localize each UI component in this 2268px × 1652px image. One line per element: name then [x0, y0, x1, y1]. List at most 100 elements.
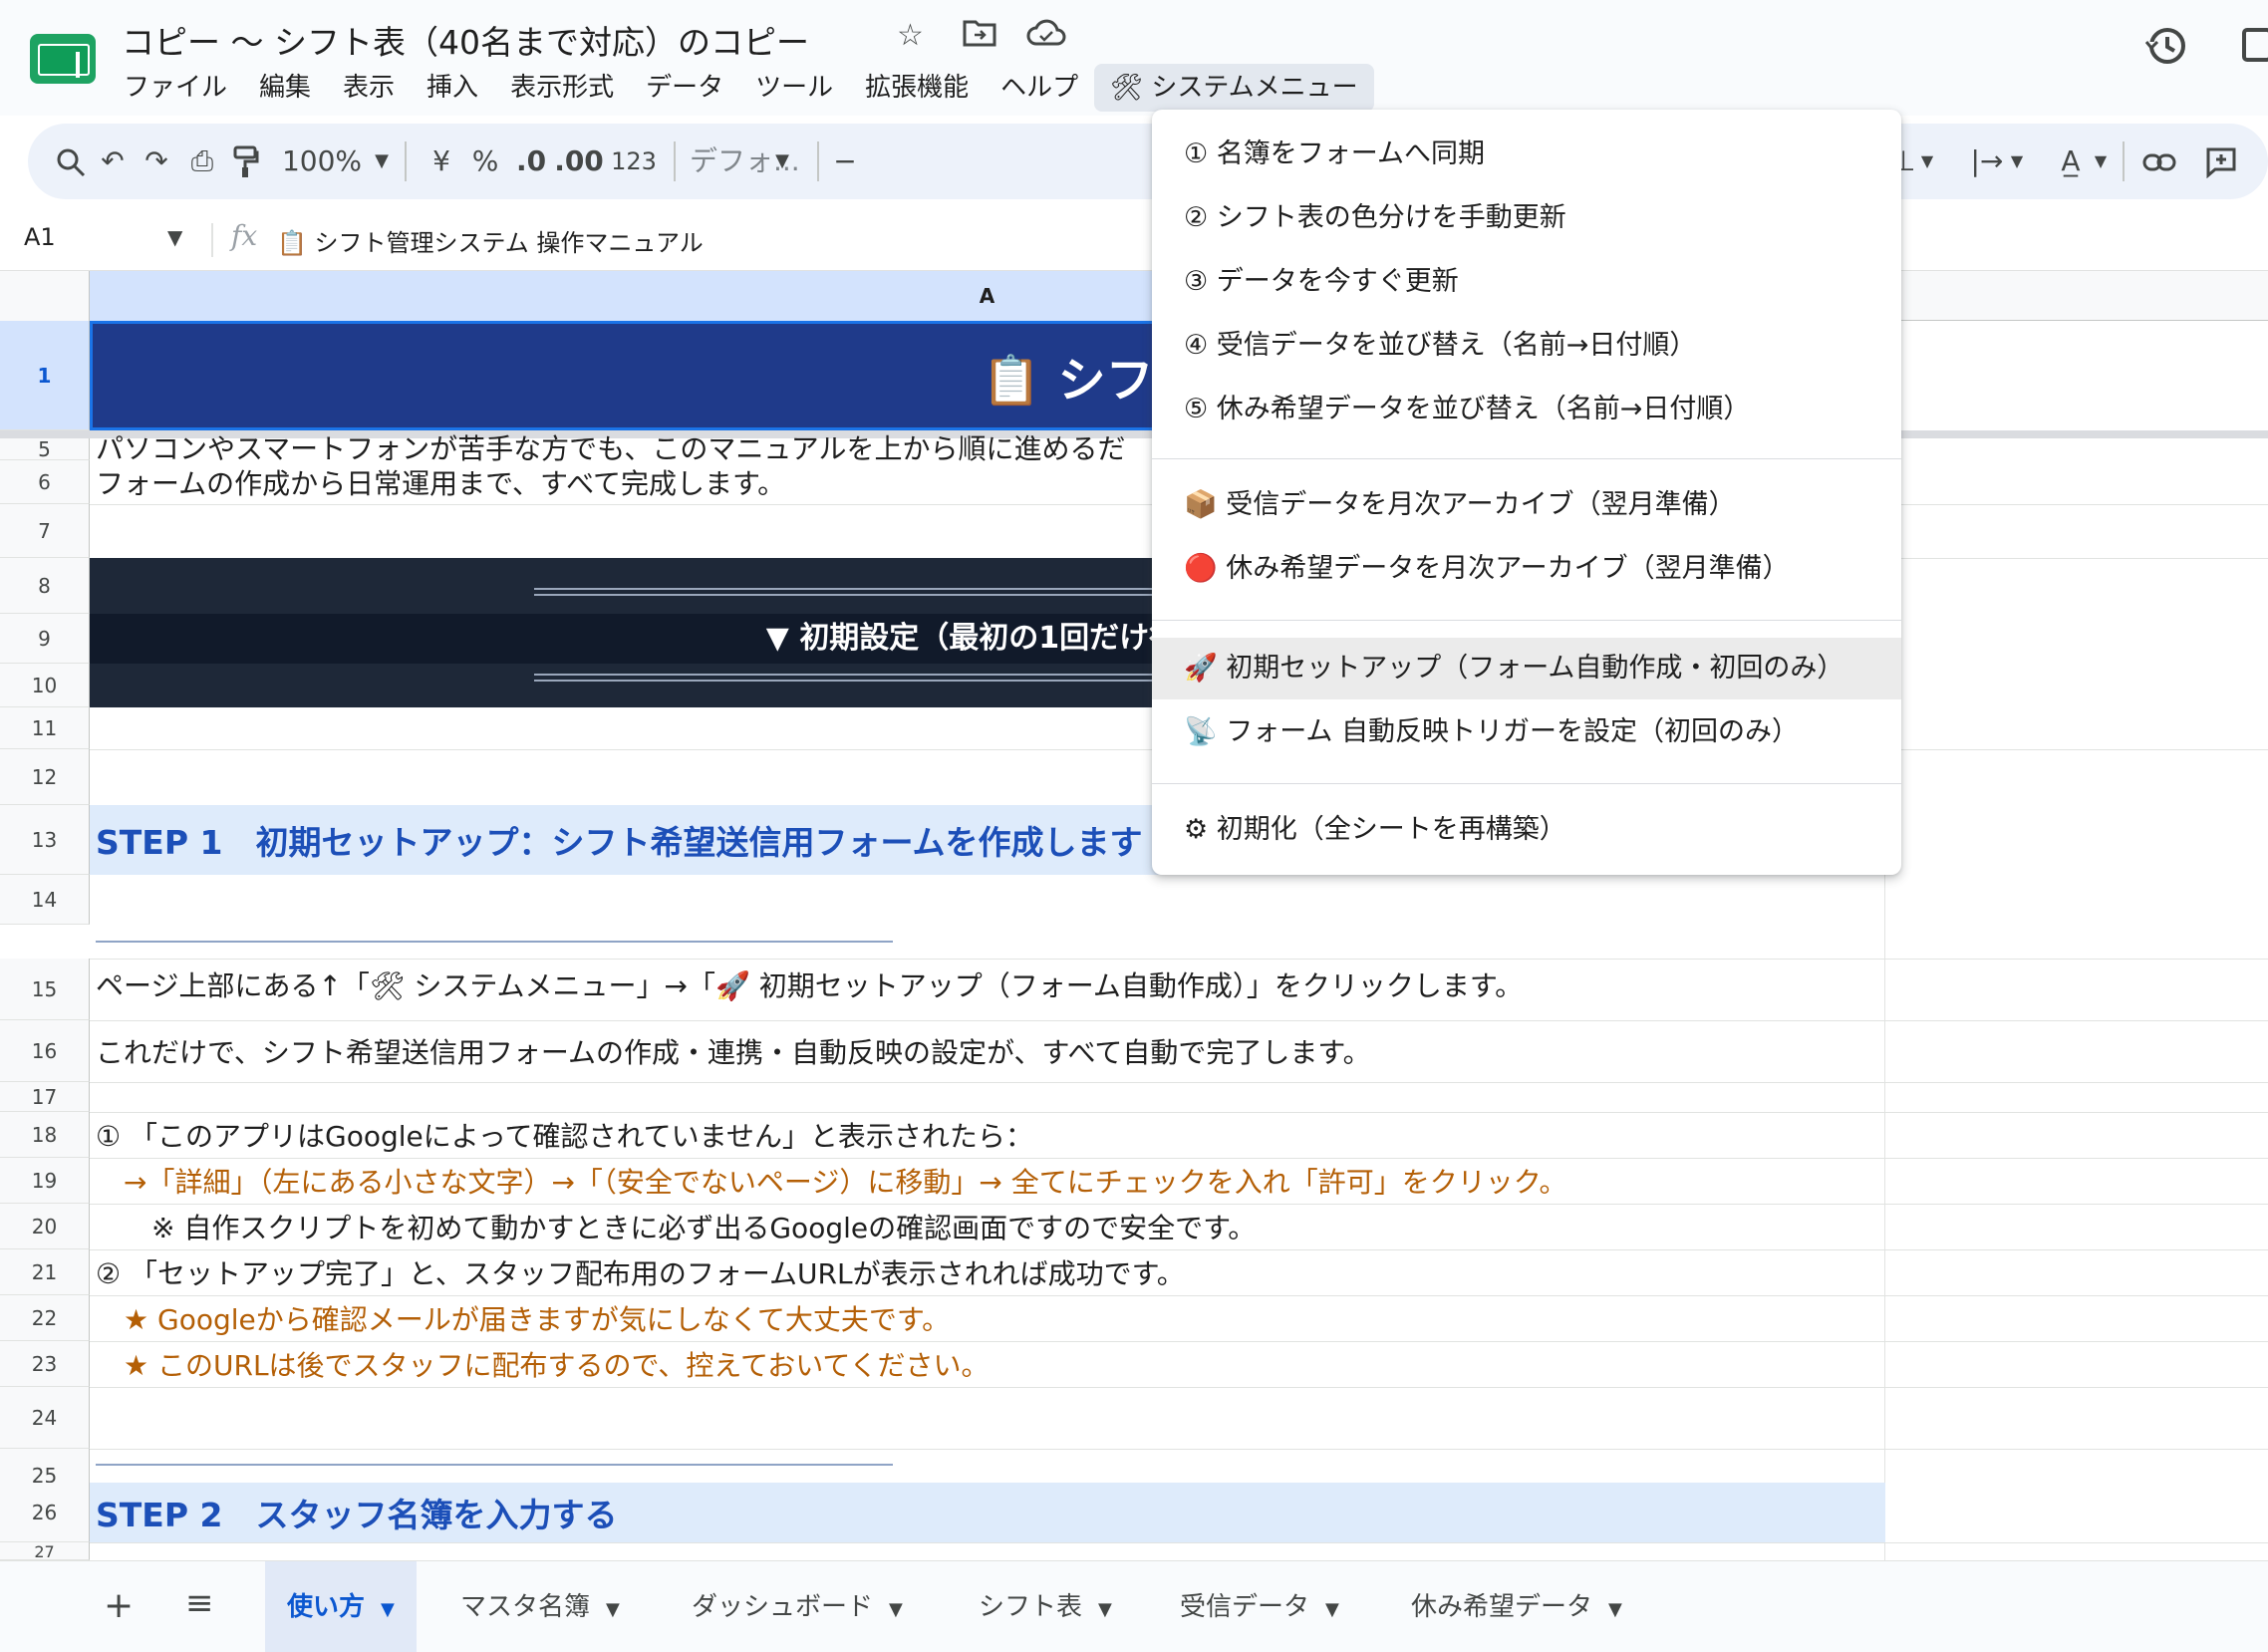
- text-wrap-icon[interactable]: |→: [1967, 124, 2007, 199]
- menu-view[interactable]: 表示: [327, 64, 411, 112]
- menu-extensions[interactable]: 拡張機能: [849, 64, 985, 112]
- step1-note-safety[interactable]: ※ 自作スクリプトを初めて動かすときに必ず出るGoogleの確認画面ですので安全…: [90, 1204, 1885, 1249]
- rotate-caret-icon[interactable]: ▼: [2091, 124, 2111, 199]
- sheet-tab-master[interactable]: マスタ名簿 ▼: [438, 1561, 642, 1652]
- row-number[interactable]: 8: [0, 558, 90, 614]
- font-caret-icon[interactable]: ▼: [767, 124, 797, 199]
- row-number[interactable]: 16: [0, 1020, 90, 1082]
- row-number[interactable]: 10: [0, 664, 90, 707]
- row-number[interactable]: 23: [0, 1341, 90, 1387]
- row-number[interactable]: 26: [0, 1483, 90, 1542]
- row-number[interactable]: 5: [0, 437, 90, 461]
- formula-input[interactable]: 📋 シフト管理システム 操作マニュアル: [277, 223, 704, 258]
- row-number[interactable]: 18: [0, 1112, 90, 1158]
- menu-sync-roster[interactable]: ① 名簿をフォームへ同期: [1152, 124, 1901, 185]
- row-number[interactable]: 13: [0, 805, 90, 875]
- step1-tip-1[interactable]: ★ Googleから確認メールが届きますが気にしなくて大丈夫です。: [90, 1295, 1885, 1341]
- step1-tip-2[interactable]: ★ このURLは後でスタッフに配布するので、控えておいてください。: [90, 1341, 1885, 1387]
- row-number[interactable]: 9: [0, 614, 90, 664]
- undo-icon[interactable]: ↶: [88, 124, 138, 199]
- chevron-down-icon[interactable]: ▼: [1098, 1599, 1112, 1620]
- zoom-select[interactable]: 100%: [277, 124, 367, 199]
- paint-format-icon[interactable]: [221, 124, 271, 199]
- step1-note-1[interactable]: ① 「このアプリはGoogleによって確認されていません」と表示されたら：: [90, 1112, 1885, 1158]
- number-format-button[interactable]: 123: [604, 124, 664, 199]
- menu-separator: [1152, 458, 1901, 459]
- increase-decimal-button[interactable]: .00: [554, 124, 604, 199]
- row-number[interactable]: 15: [0, 959, 90, 1020]
- step1-instruction[interactable]: ページ上部にある↑「🛠 システムメニュー」→「🚀 初期セットアップ（フォーム自動…: [90, 959, 1885, 1010]
- menu-archive-received[interactable]: 📦 受信データを月次アーカイブ（翌月準備）: [1152, 474, 1901, 536]
- sheet-tab-shift[interactable]: シフト表 ▼: [957, 1561, 1134, 1652]
- menu-data[interactable]: データ: [630, 64, 739, 112]
- move-folder-icon[interactable]: [963, 18, 996, 56]
- add-sheet-icon[interactable]: +: [104, 1585, 134, 1626]
- chevron-down-icon[interactable]: ▼: [1608, 1599, 1622, 1620]
- menu-initial-setup[interactable]: 🚀 初期セットアップ（フォーム自動作成・初回のみ）: [1152, 638, 1901, 699]
- wrap-caret-icon[interactable]: ▼: [2007, 124, 2027, 199]
- row-number[interactable]: 7: [0, 504, 90, 558]
- text-rotate-icon[interactable]: A̲: [2051, 124, 2091, 199]
- currency-format-button[interactable]: ¥: [417, 124, 466, 199]
- menu-system[interactable]: 🛠 システムメニュー: [1094, 64, 1374, 112]
- menu-archive-holiday[interactable]: 🔴 休み希望データを月次アーカイブ（翌月準備）: [1152, 538, 1901, 600]
- star-icon[interactable]: ☆: [897, 18, 924, 53]
- select-all-corner[interactable]: [0, 271, 90, 321]
- row-number[interactable]: 12: [0, 749, 90, 805]
- sheet-tab-holiday[interactable]: 休み希望データ ▼: [1389, 1561, 1644, 1652]
- row-number[interactable]: 1: [0, 321, 90, 430]
- cloud-status-icon[interactable]: [1026, 18, 1066, 56]
- font-size-decrease-button[interactable]: −: [825, 124, 865, 199]
- comment-icon[interactable]: [2196, 124, 2246, 199]
- chevron-down-icon[interactable]: ▼: [381, 1599, 395, 1620]
- sheets-logo-icon[interactable]: [30, 34, 96, 84]
- menu-insert[interactable]: 挿入: [411, 64, 494, 112]
- valign-caret-icon[interactable]: ▼: [1917, 124, 1937, 199]
- row-number[interactable]: 19: [0, 1158, 90, 1204]
- all-sheets-icon[interactable]: ≡: [185, 1583, 214, 1623]
- step1-note-detail[interactable]: →「詳細」（左にある小さな文字）→「（安全でないページ）に移動」→ 全てにチェッ…: [90, 1158, 1885, 1204]
- menu-sort-holiday[interactable]: ⑤ 休み希望データを並び替え（名前→日付順）: [1152, 379, 1901, 440]
- row-number[interactable]: 24: [0, 1387, 90, 1449]
- step1-note-2[interactable]: ② 「セットアップ完了」と、スタッフ配布用のフォームURLが表示されれば成功です…: [90, 1249, 1885, 1295]
- chevron-down-icon[interactable]: ▼: [889, 1599, 903, 1620]
- menu-tools[interactable]: ツール: [739, 64, 849, 112]
- step2-title[interactable]: STEP 2 スタッフ名簿を入力する: [90, 1483, 1885, 1542]
- spreadsheet-grid[interactable]: A 1 📋 シフト管理システム 操 5 パソコンやスマートフォンが苦手な方でも、…: [0, 271, 2268, 1560]
- name-box-caret-icon[interactable]: ▼: [167, 225, 182, 249]
- percent-format-button[interactable]: %: [460, 124, 510, 199]
- menu-reset[interactable]: ⚙ 初期化（全シートを再構築）: [1152, 799, 1901, 861]
- menu-edit[interactable]: 編集: [243, 64, 327, 112]
- menu-sort-received[interactable]: ④ 受信データを並び替え（名前→日付順）: [1152, 315, 1901, 377]
- menu-help[interactable]: ヘルプ: [985, 64, 1094, 112]
- row-number[interactable]: 14: [0, 875, 90, 925]
- decrease-decimal-button[interactable]: .0: [506, 124, 556, 199]
- menu-update-data[interactable]: ③ データを今すぐ更新: [1152, 251, 1901, 313]
- menu-file[interactable]: ファイル: [108, 64, 243, 112]
- name-box[interactable]: A1: [24, 223, 56, 251]
- row-number[interactable]: 20: [0, 1204, 90, 1249]
- sheet-tab-received[interactable]: 受信データ ▼: [1158, 1561, 1361, 1652]
- step1-description[interactable]: これだけで、シフト希望送信用フォームの作成・連携・自動反映の設定が、すべて自動で…: [90, 1020, 1885, 1082]
- row-number[interactable]: 11: [0, 707, 90, 749]
- row-number[interactable]: 27: [0, 1542, 90, 1560]
- history-icon[interactable]: [2144, 24, 2188, 78]
- row-number[interactable]: 21: [0, 1249, 90, 1295]
- menu-refresh-colors[interactable]: ② シフト表の色分けを手動更新: [1152, 187, 1901, 249]
- redo-icon[interactable]: ↷: [132, 124, 181, 199]
- chevron-down-icon[interactable]: ▼: [1325, 1599, 1339, 1620]
- chevron-down-icon[interactable]: ▼: [606, 1599, 620, 1620]
- zoom-caret-icon[interactable]: ▼: [367, 124, 397, 199]
- row-number[interactable]: 22: [0, 1295, 90, 1341]
- menu-separator: [1152, 783, 1901, 784]
- document-title[interactable]: コピー 〜 シフト表（40名まで対応）のコピー: [122, 16, 809, 64]
- menu-format[interactable]: 表示形式: [494, 64, 630, 112]
- sheet-tab-dashboard[interactable]: ダッシュボード ▼: [670, 1561, 925, 1652]
- menu-set-trigger[interactable]: 📡 フォーム 自動反映トリガーを設定（初回のみ）: [1152, 701, 1901, 763]
- comments-panel-icon[interactable]: [2242, 28, 2268, 62]
- row-number[interactable]: 17: [0, 1082, 90, 1112]
- row-number[interactable]: 6: [0, 460, 90, 504]
- print-icon[interactable]: ⎙: [177, 124, 227, 199]
- sheet-tab-usage[interactable]: 使い方 ▼: [265, 1561, 417, 1652]
- link-icon[interactable]: [2134, 124, 2184, 199]
